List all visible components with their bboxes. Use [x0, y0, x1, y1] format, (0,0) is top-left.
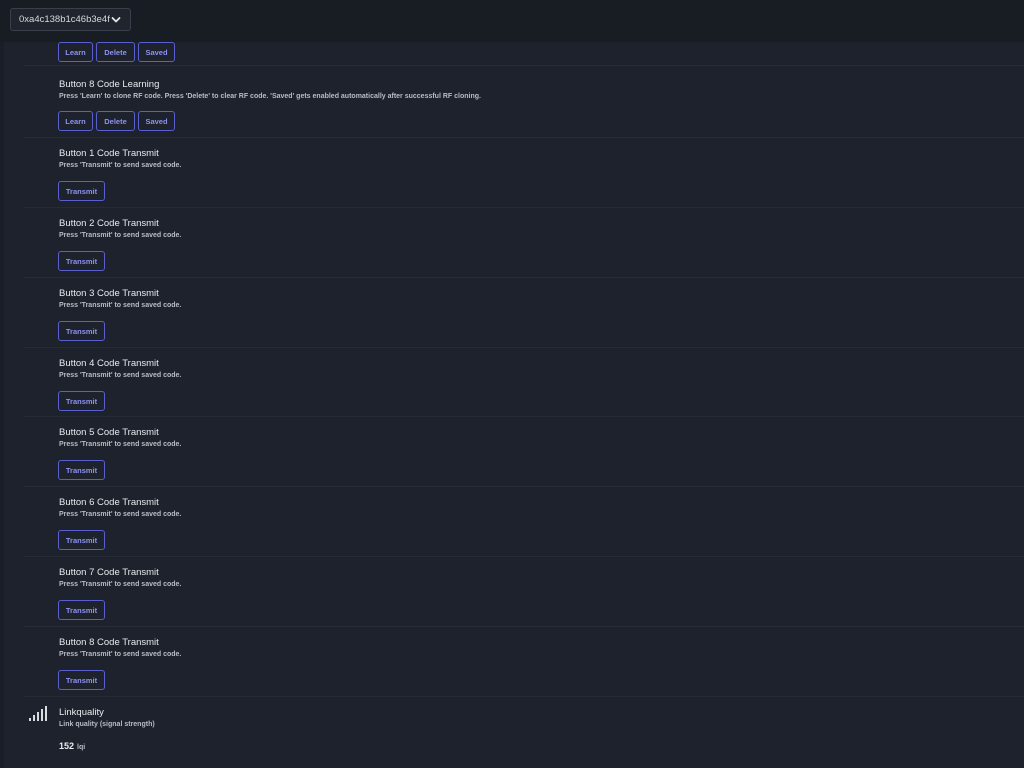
linkquality-unit: lqi [77, 744, 86, 751]
row-description: Press 'Transmit' to send saved code. [59, 651, 182, 658]
transmit-row-6: Button 6 Code Transmit Press 'Transmit' … [24, 487, 1024, 557]
row-title: Button 2 Code Transmit [59, 218, 159, 229]
transmit-row-8: Button 8 Code Transmit Press 'Transmit' … [24, 627, 1024, 697]
chevron-down-icon [111, 17, 121, 23]
top-bar: 0xa4c138b1c46b3e4f [0, 0, 1024, 42]
transmit-row-5: Button 5 Code Transmit Press 'Transmit' … [24, 417, 1024, 487]
row-description: Press 'Transmit' to send saved code. [59, 232, 182, 239]
linkquality-row: Linkquality Link quality (signal strengt… [24, 697, 1024, 768]
saved-button[interactable]: Saved [138, 111, 175, 131]
learn-button[interactable]: Learn [58, 111, 93, 131]
row-title: Button 7 Code Transmit [59, 567, 159, 578]
transmit-row-3: Button 3 Code Transmit Press 'Transmit' … [24, 278, 1024, 348]
row-description: Press 'Transmit' to send saved code. [59, 441, 182, 448]
transmit-row-7: Button 7 Code Transmit Press 'Transmit' … [24, 557, 1024, 627]
transmit-button[interactable]: Transmit [58, 391, 105, 411]
transmit-button[interactable]: Transmit [58, 181, 105, 201]
transmit-button[interactable]: Transmit [58, 460, 105, 480]
exposes-list: Learn Delete Saved Button 8 Code Learnin… [24, 42, 1024, 768]
left-edge [0, 42, 4, 768]
row-description: Press 'Transmit' to send saved code. [59, 372, 182, 379]
saved-button[interactable]: Saved [138, 42, 175, 62]
learning-buttons: Learn Delete Saved [58, 42, 175, 62]
device-select[interactable]: 0xa4c138b1c46b3e4f [10, 8, 131, 31]
linkquality-value: 152 lqi [59, 741, 85, 751]
linkquality-number: 152 [59, 741, 75, 751]
transmit-button[interactable]: Transmit [58, 670, 105, 690]
row-title: Button 1 Code Transmit [59, 148, 159, 159]
row-title: Button 8 Code Learning [59, 79, 160, 90]
transmit-row-1: Button 1 Code Transmit Press 'Transmit' … [24, 138, 1024, 208]
row-description: Press 'Transmit' to send saved code. [59, 581, 182, 588]
row-description: Press 'Transmit' to send saved code. [59, 511, 182, 518]
learning-buttons: Learn Delete Saved [58, 111, 175, 131]
transmit-row-2: Button 2 Code Transmit Press 'Transmit' … [24, 208, 1024, 278]
transmit-button[interactable]: Transmit [58, 251, 105, 271]
device-id-value: 0xa4c138b1c46b3e4f [19, 14, 110, 25]
row-description: Press 'Learn' to clone RF code. Press 'D… [59, 93, 481, 100]
row-title: Button 4 Code Transmit [59, 358, 159, 369]
learn-button[interactable]: Learn [58, 42, 93, 62]
row-title: Button 6 Code Transmit [59, 497, 159, 508]
row-description: Link quality (signal strength) [59, 721, 155, 728]
row-title: Button 3 Code Transmit [59, 288, 159, 299]
row-description: Press 'Transmit' to send saved code. [59, 162, 182, 169]
row-description: Press 'Transmit' to send saved code. [59, 302, 182, 309]
row-title: Linkquality [59, 707, 104, 718]
learning-row-7: Learn Delete Saved [24, 42, 1024, 66]
row-title: Button 8 Code Transmit [59, 637, 159, 648]
learning-row-8: Button 8 Code Learning Press 'Learn' to … [24, 66, 1024, 138]
transmit-button[interactable]: Transmit [58, 600, 105, 620]
transmit-button[interactable]: Transmit [58, 321, 105, 341]
transmit-row-4: Button 4 Code Transmit Press 'Transmit' … [24, 348, 1024, 417]
row-title: Button 5 Code Transmit [59, 427, 159, 438]
transmit-button[interactable]: Transmit [58, 530, 105, 550]
delete-button[interactable]: Delete [96, 42, 135, 62]
delete-button[interactable]: Delete [96, 111, 135, 131]
signal-strength-icon [29, 706, 47, 721]
